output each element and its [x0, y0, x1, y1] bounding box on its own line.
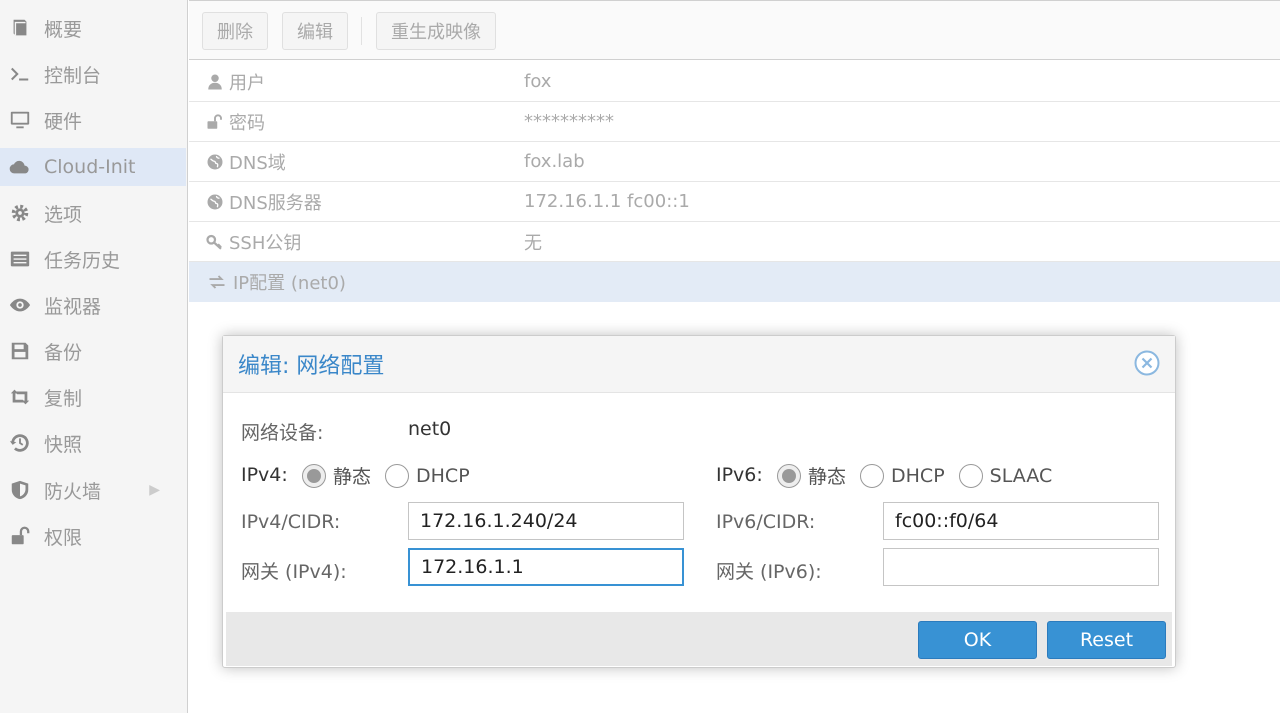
- sidebar-item-backup[interactable]: 备份: [0, 332, 186, 370]
- user-icon: [205, 72, 225, 92]
- globe-icon: [205, 192, 225, 212]
- sidebar-item-label: 控制台: [44, 64, 102, 87]
- ipv4-mode-group: 静态 DHCP: [302, 462, 484, 489]
- row-key-label: 用户: [229, 72, 265, 94]
- ipv4-cidr-input[interactable]: [408, 502, 684, 540]
- sidebar: 概要 控制台 硬件 Cloud-Init 选项 任务历史 监视器 备份 复制 快…: [0, 0, 188, 713]
- floppy-icon: [8, 339, 32, 363]
- ipv4-static-label: 静态: [333, 466, 372, 488]
- ipv6-cidr-label: IPv6/CIDR:: [716, 511, 816, 533]
- list-icon: [8, 247, 32, 271]
- table-row[interactable]: DNS服务器 172.16.1.1 fc00::1: [189, 182, 1280, 222]
- sidebar-item-label: 监视器: [44, 295, 102, 318]
- terminal-icon: [8, 62, 32, 86]
- ipv6-static-radio[interactable]: [777, 463, 801, 488]
- globe-icon: [205, 152, 225, 172]
- retweet-icon: [8, 385, 32, 409]
- sidebar-item-permissions[interactable]: 权限: [0, 517, 186, 555]
- sidebar-item-label: 防火墙: [44, 480, 102, 503]
- gateway-ipv6-input[interactable]: [883, 548, 1159, 586]
- dialog-header: 编辑: 网络配置: [223, 336, 1175, 393]
- sidebar-item-label: 复制: [44, 387, 83, 410]
- close-icon[interactable]: [1134, 350, 1160, 376]
- cloud-icon: [8, 155, 32, 179]
- row-key-label: DNS域: [229, 152, 286, 174]
- row-value: fox.lab: [524, 151, 585, 172]
- sidebar-item-console[interactable]: 控制台: [0, 55, 186, 93]
- sidebar-item-replication[interactable]: 复制: [0, 378, 186, 416]
- sidebar-item-label: 硬件: [44, 110, 83, 133]
- ipv6-mode-group: 静态 DHCP SLAAC: [777, 462, 1066, 489]
- network-config-dialog: 编辑: 网络配置 网络设备: net0 IPv4: 静态 DHCP IPv6: …: [222, 335, 1176, 668]
- ipv6-dhcp-label: DHCP: [891, 464, 945, 487]
- dialog-body: 网络设备: net0 IPv4: 静态 DHCP IPv6: 静态 DHCP S…: [226, 394, 1172, 610]
- sidebar-item-label: 概要: [44, 18, 83, 41]
- sidebar-item-label: 快照: [44, 433, 83, 456]
- row-value: 172.16.1.1 fc00::1: [524, 191, 690, 212]
- gateway-ipv6-label: 网关 (IPv6):: [716, 561, 822, 583]
- ipv6-dhcp-radio[interactable]: [860, 463, 885, 488]
- eye-icon: [8, 293, 32, 317]
- sidebar-item-label: Cloud-Init: [44, 156, 136, 178]
- table-row[interactable]: 密码 **********: [189, 102, 1280, 142]
- monitor-icon: [8, 108, 32, 132]
- ipv6-static-label: 静态: [808, 466, 847, 488]
- ipv4-dhcp-radio[interactable]: [385, 463, 410, 488]
- gateway-ipv4-input[interactable]: [408, 548, 684, 586]
- gear-icon: [8, 201, 32, 225]
- row-key-label: IP配置 (net0): [233, 272, 346, 294]
- delete-button[interactable]: 删除: [202, 12, 268, 50]
- ok-button[interactable]: OK: [918, 621, 1037, 659]
- ipv4-label: IPv4:: [241, 464, 288, 486]
- sidebar-item-summary[interactable]: 概要: [0, 9, 186, 47]
- toolbar-separator: [361, 17, 362, 45]
- unlock-icon: [205, 112, 225, 132]
- book-icon: [8, 16, 32, 40]
- sidebar-item-hardware[interactable]: 硬件: [0, 101, 186, 139]
- sidebar-item-task-history[interactable]: 任务历史: [0, 240, 186, 278]
- row-value: 无: [524, 232, 542, 254]
- gateway-ipv4-label: 网关 (IPv4):: [241, 561, 347, 583]
- row-value: fox: [524, 71, 552, 92]
- sidebar-item-cloud-init[interactable]: Cloud-Init: [0, 148, 186, 186]
- table-row[interactable]: 用户 fox: [189, 62, 1280, 102]
- sidebar-item-label: 任务历史: [44, 249, 121, 272]
- row-key-label: DNS服务器: [229, 192, 322, 214]
- reset-button[interactable]: Reset: [1047, 621, 1166, 659]
- net-device-value: net0: [408, 418, 452, 440]
- history-icon: [8, 431, 32, 455]
- row-value: **********: [524, 111, 614, 132]
- dialog-footer: OK Reset: [226, 612, 1172, 666]
- table-row[interactable]: DNS域 fox.lab: [189, 142, 1280, 182]
- ipv6-slaac-radio[interactable]: [958, 463, 983, 488]
- ipv4-static-radio[interactable]: [302, 463, 326, 488]
- sidebar-item-label: 权限: [44, 526, 83, 549]
- sidebar-item-label: 备份: [44, 341, 83, 364]
- ipv6-cidr-input[interactable]: [883, 502, 1159, 540]
- shield-icon: [8, 478, 32, 502]
- toolbar: 删除 编辑 重生成映像: [189, 0, 1280, 60]
- table-row[interactable]: SSH公钥 无: [189, 222, 1280, 262]
- sidebar-item-options[interactable]: 选项: [0, 194, 186, 232]
- row-key-label: 密码: [229, 112, 265, 134]
- dialog-title: 编辑: 网络配置: [238, 354, 385, 379]
- unlock-icon: [8, 524, 32, 548]
- ipv4-cidr-label: IPv4/CIDR:: [241, 511, 341, 533]
- exchange-icon: [205, 272, 229, 292]
- chevron-right-icon[interactable]: ▶: [149, 482, 160, 498]
- row-key-label: SSH公钥: [229, 232, 302, 254]
- net-device-label: 网络设备:: [241, 422, 324, 444]
- ipv4-dhcp-label: DHCP: [416, 464, 470, 487]
- table-row-selected[interactable]: IP配置 (net0): [189, 262, 1280, 302]
- sidebar-item-label: 选项: [44, 203, 83, 226]
- sidebar-item-monitor[interactable]: 监视器: [0, 286, 186, 324]
- sidebar-item-firewall[interactable]: 防火墙 ▶: [0, 471, 186, 509]
- sidebar-item-snapshots[interactable]: 快照: [0, 424, 186, 462]
- ipv6-label: IPv6:: [716, 464, 763, 486]
- key-icon: [205, 232, 225, 252]
- regenerate-image-button[interactable]: 重生成映像: [376, 12, 496, 50]
- edit-button[interactable]: 编辑: [282, 12, 348, 50]
- ipv6-slaac-label: SLAAC: [989, 464, 1053, 487]
